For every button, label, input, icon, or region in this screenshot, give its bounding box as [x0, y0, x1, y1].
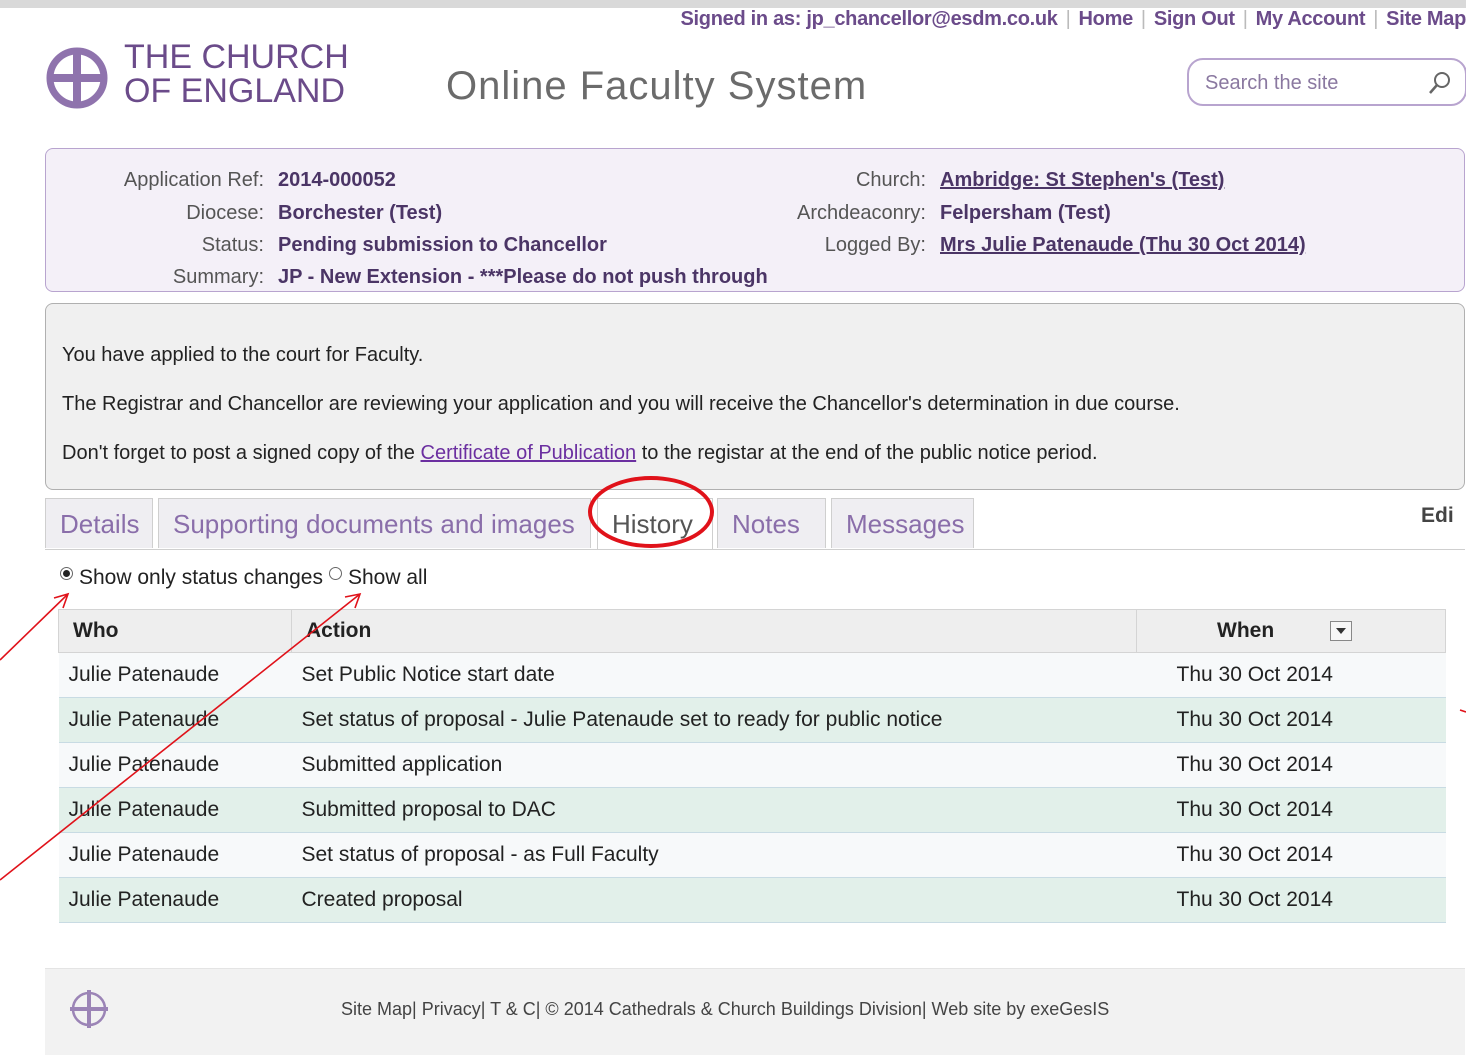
table-row[interactable]: Julie Patenaude Set Public Notice start d…: [58, 652, 1446, 698]
row-when: Thu 30 Oct 2014: [1136, 652, 1446, 698]
table-row[interactable]: Julie Patenaude Set status of proposal - …: [58, 697, 1446, 743]
message-line-3: Don't forget to post a signed copy of th…: [62, 442, 1098, 464]
status-only-label[interactable]: Show only status changes: [79, 566, 323, 589]
history-filter: Show only status changes Show all: [60, 566, 427, 590]
row-action: Submitted application: [291, 742, 1137, 788]
history-tab-highlight-circle: [588, 476, 714, 548]
row-when: Thu 30 Oct 2014: [1136, 742, 1446, 788]
church-of-england-logo[interactable]: THE CHURCH OF ENGLAND: [44, 38, 374, 118]
search-icon[interactable]: [1427, 70, 1453, 96]
sort-dropdown-icon[interactable]: [1330, 621, 1353, 642]
church-row: Church: Ambridge: St Stephen's (Test): [736, 169, 1224, 192]
row-action: Submitted proposal to DAC: [291, 787, 1137, 833]
row-who: Julie Patenaude: [58, 832, 292, 878]
row-when: Thu 30 Oct 2014: [1136, 697, 1446, 743]
logo-line-2: OF ENGLAND: [124, 72, 346, 110]
site-title: Online Faculty System: [446, 64, 868, 108]
status-row: Status: Pending submission to Chancellor: [66, 234, 607, 257]
edit-link[interactable]: Edi: [1421, 504, 1454, 528]
status-message-box: You have applied to the court for Facult…: [45, 303, 1465, 490]
logged-by-link[interactable]: Mrs Julie Patenaude (Thu 30 Oct 2014): [940, 234, 1306, 256]
table-row[interactable]: Julie Patenaude Set status of proposal - …: [58, 832, 1446, 878]
table-row[interactable]: Julie Patenaude Submitted proposal to DAC…: [58, 787, 1446, 833]
row-when: Thu 30 Oct 2014: [1136, 832, 1446, 878]
column-header-who[interactable]: Who: [58, 609, 292, 653]
history-table: Who Action When Julie Patenaude Set Publi…: [58, 609, 1446, 923]
column-header-when[interactable]: When: [1136, 609, 1446, 653]
archdeaconry-row: Archdeaconry: Felpersham (Test): [736, 202, 1111, 225]
my-account-link[interactable]: My Account: [1256, 8, 1366, 31]
church-label: Church:: [855, 169, 926, 191]
tab-messages[interactable]: Messages: [831, 498, 974, 548]
sign-out-link[interactable]: Sign Out: [1154, 8, 1235, 31]
row-when: Thu 30 Oct 2014: [1136, 877, 1446, 923]
row-who: Julie Patenaude: [58, 652, 292, 698]
row-action: Set Public Notice start date: [291, 652, 1137, 698]
footer-cross-logo-icon: [70, 990, 108, 1028]
footer: Site Map| Privacy| T & C| © 2014 Cathedr…: [45, 968, 1465, 1055]
table-row[interactable]: Julie Patenaude Created proposal Thu 30 Oc…: [58, 877, 1446, 923]
summary-label: Summary:: [172, 266, 264, 288]
logo-line-1: THE CHURCH: [124, 38, 349, 76]
history-header-row: Who Action When: [58, 609, 1446, 653]
application-summary: Application Ref: 2014-000052 Diocese: Borc…: [45, 148, 1465, 292]
tab-details[interactable]: Details: [45, 498, 153, 548]
top-navigation: Signed in as: jp_chancellor@esdm.co.uk | H…: [680, 8, 1466, 31]
top-strip: [0, 0, 1466, 8]
footer-links[interactable]: Site Map| Privacy| T & C| © 2014 Cathedr…: [341, 999, 1109, 1020]
row-action: Set status of proposal - as Full Faculty: [291, 832, 1137, 878]
show-all-label[interactable]: Show all: [348, 566, 427, 589]
church-link[interactable]: Ambridge: St Stephen's (Test): [940, 169, 1224, 191]
row-action: Set status of proposal - Julie Patenaude…: [291, 697, 1137, 743]
cross-logo-icon: [46, 47, 108, 109]
application-ref-label: Application Ref:: [123, 169, 264, 191]
status-value: Pending submission to Chancellor: [278, 234, 607, 256]
message-line-2: The Registrar and Chancellor are reviewi…: [62, 393, 1180, 415]
tab-supporting-documents[interactable]: Supporting documents and images: [158, 498, 591, 548]
logged-by-label: Logged By:: [824, 234, 926, 256]
tab-divider: [45, 549, 1465, 550]
logged-by-row: Logged By: Mrs Julie Patenaude (Thu 30 Oc…: [736, 234, 1306, 257]
certificate-of-publication-link[interactable]: Certificate of Publication: [421, 442, 637, 464]
column-header-action[interactable]: Action: [291, 609, 1137, 653]
row-action: Created proposal: [291, 877, 1137, 923]
site-map-link[interactable]: Site Map: [1386, 8, 1466, 31]
row-when: Thu 30 Oct 2014: [1136, 787, 1446, 833]
search-input[interactable]: [1203, 68, 1417, 98]
diocese-label: Diocese:: [186, 202, 264, 224]
summary-value: JP - New Extension - ***Please do not pu…: [278, 266, 768, 288]
status-only-radio[interactable]: [60, 567, 73, 580]
diocese-row: Diocese: Borchester (Test): [66, 202, 442, 225]
show-all-radio[interactable]: [328, 567, 342, 580]
application-ref-row: Application Ref: 2014-000052: [66, 169, 396, 192]
signed-in-label: Signed in as: jp_chancellor@esdm.co.uk: [680, 8, 1058, 30]
row-who: Julie Patenaude: [58, 742, 292, 788]
archdeaconry-label: Archdeaconry:: [797, 202, 926, 224]
row-who: Julie Patenaude: [58, 697, 292, 743]
row-who: Julie Patenaude: [58, 877, 292, 923]
tab-notes[interactable]: Notes: [717, 498, 826, 548]
status-label: Status:: [201, 234, 264, 256]
search-box: [1187, 58, 1466, 106]
table-row[interactable]: Julie Patenaude Submitted application Thu …: [58, 742, 1446, 788]
message-line-1: You have applied to the court for Facult…: [62, 344, 424, 366]
home-link[interactable]: Home: [1079, 8, 1134, 31]
row-who: Julie Patenaude: [58, 787, 292, 833]
application-ref-value: 2014-000052: [278, 169, 396, 191]
archdeaconry-value: Felpersham (Test): [940, 202, 1111, 224]
summary-row: Summary: JP - New Extension - ***Please d…: [66, 266, 768, 289]
diocese-value: Borchester (Test): [278, 202, 443, 224]
